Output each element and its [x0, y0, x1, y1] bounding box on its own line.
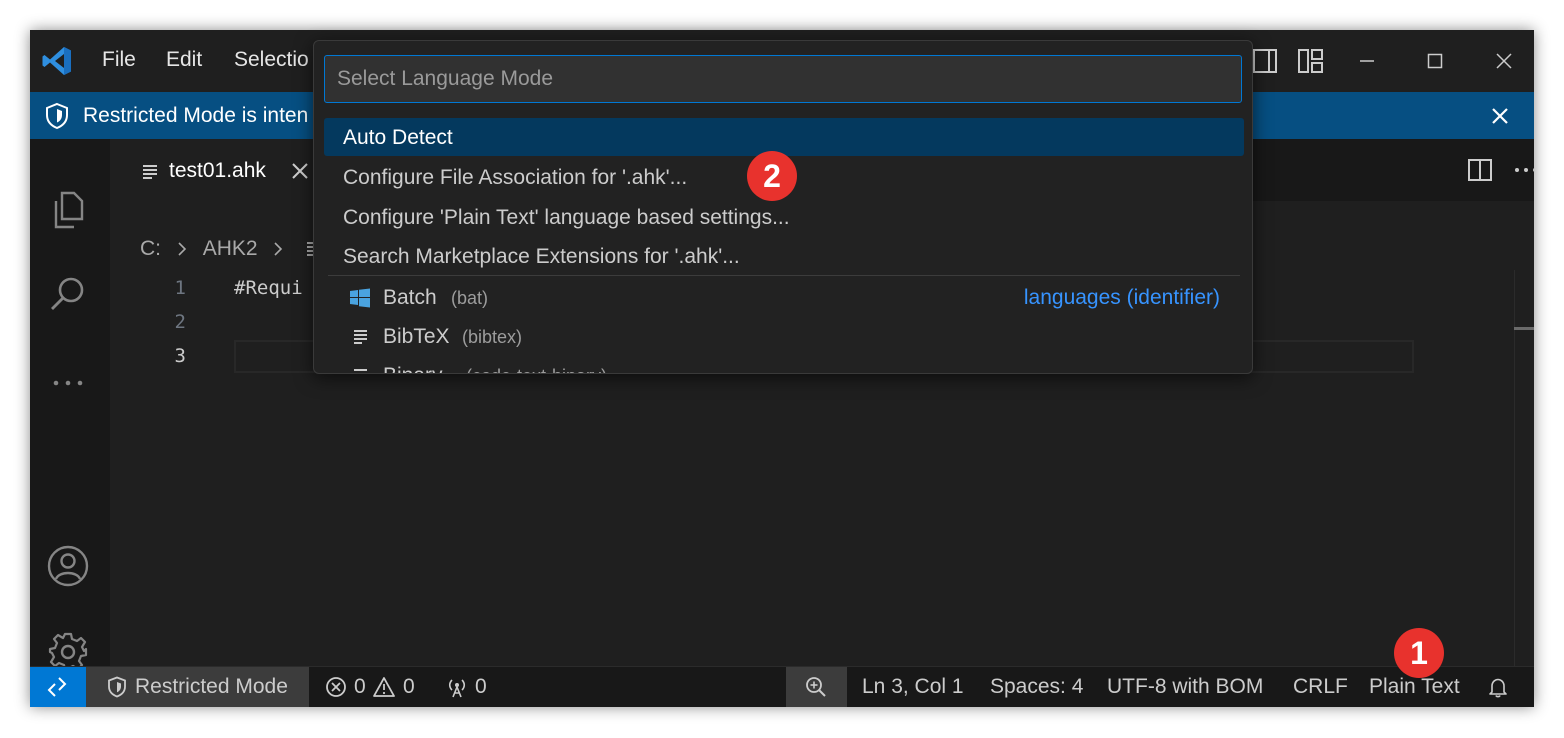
menu-selection[interactable]: Selectio: [234, 48, 309, 72]
encoding[interactable]: UTF-8 with BOM: [1107, 675, 1263, 699]
scrollbar-cursor-marker: [1514, 327, 1534, 330]
zoom-button[interactable]: [786, 667, 847, 707]
indentation[interactable]: Spaces: 4: [990, 675, 1083, 699]
quick-pick-item-label: Configure File Association for '.ahk'...: [343, 166, 688, 189]
windows-icon: [350, 288, 370, 308]
split-editor-icon[interactable]: [1466, 156, 1494, 184]
tab-close-icon[interactable]: [290, 161, 310, 181]
warning-icon[interactable]: [373, 676, 395, 698]
bell-icon[interactable]: [1487, 676, 1509, 698]
more-actions-icon[interactable]: [1512, 156, 1534, 184]
language-identifier: (bibtex): [462, 327, 523, 347]
language-mode-quick-pick: Auto Detect Configure File Association f…: [313, 40, 1253, 374]
language-name: Batch: [383, 286, 437, 309]
tab-test01-ahk[interactable]: test01.ahk: [110, 139, 324, 201]
toggle-panel-icon[interactable]: [1250, 46, 1280, 76]
language-name: Binary: [383, 364, 443, 373]
broadcast-ports-icon[interactable]: [446, 676, 468, 698]
chevron-right-icon: [274, 242, 283, 257]
menu-edit[interactable]: Edit: [166, 48, 202, 72]
annotation-badge-1: 1: [1394, 628, 1444, 678]
minimize-icon[interactable]: [1352, 46, 1382, 76]
maximize-icon[interactable]: [1420, 46, 1450, 76]
language-identifier: (code-text-binary): [466, 366, 607, 373]
line-number: 3: [174, 345, 186, 367]
quick-pick-auto-detect[interactable]: Auto Detect: [324, 118, 1244, 156]
breadcrumb: C: AHK2: [140, 237, 329, 261]
annotation-badge-2: 2: [747, 151, 797, 201]
breadcrumb-folder[interactable]: AHK2: [203, 237, 258, 261]
banner-message: Restricted Mode is inten: [83, 104, 309, 127]
restricted-mode-label: Restricted Mode: [135, 675, 288, 698]
language-identifier: (bat): [451, 288, 489, 308]
language-item-binary[interactable]: Binary (code-text-binary): [324, 356, 1244, 373]
line-number: 2: [174, 311, 186, 333]
shield-icon: [108, 676, 126, 698]
customize-layout-icon[interactable]: [1296, 46, 1326, 76]
quick-pick-search-marketplace[interactable]: Search Marketplace Extensions for '.ahk'…: [324, 237, 1244, 275]
quick-pick-item-label: Configure 'Plain Text' language based se…: [343, 206, 790, 229]
accounts-icon[interactable]: [46, 544, 90, 588]
remote-icon: [47, 677, 67, 697]
code-line[interactable]: #Requi: [234, 277, 303, 299]
remote-indicator[interactable]: [30, 667, 86, 707]
error-icon[interactable]: [325, 676, 347, 698]
search-icon[interactable]: [46, 273, 90, 317]
line-number: 1: [174, 277, 186, 299]
quick-pick-configure-language-settings[interactable]: Configure 'Plain Text' language based se…: [324, 198, 1244, 236]
languages-identifier-link[interactable]: languages (identifier): [1024, 286, 1220, 310]
banner-close-icon[interactable]: [1488, 104, 1512, 128]
text-file-icon: [354, 330, 367, 344]
restricted-mode-status[interactable]: Restricted Mode: [86, 667, 309, 707]
activity-bar: [30, 139, 110, 672]
end-of-line[interactable]: CRLF: [1293, 675, 1348, 699]
language-item-batch[interactable]: Batch (bat) languages (identifier): [324, 278, 1244, 316]
quick-pick-item-label: Auto Detect: [343, 126, 453, 149]
quick-pick-separator: [328, 275, 1240, 276]
vscode-logo-icon: [42, 47, 71, 75]
explorer-icon[interactable]: [46, 187, 90, 231]
warning-count[interactable]: 0: [403, 675, 415, 699]
error-count[interactable]: 0: [354, 675, 366, 699]
text-file-icon: [354, 369, 367, 371]
tab-label: test01.ahk: [169, 159, 266, 182]
language-item-bibtex[interactable]: BibTeX (bibtex): [324, 317, 1244, 355]
language-mode[interactable]: Plain Text: [1369, 675, 1460, 699]
language-name: BibTeX: [383, 325, 450, 348]
quick-pick-item-label: Search Marketplace Extensions for '.ahk'…: [343, 245, 740, 268]
text-file-icon: [143, 165, 157, 179]
status-bar: Restricted Mode 0 0 0 Ln 3, Col 1 Spaces…: [30, 666, 1534, 707]
chevron-right-icon: [178, 242, 186, 257]
ports-count[interactable]: 0: [475, 675, 487, 699]
close-icon[interactable]: [1489, 46, 1519, 76]
zoom-in-icon: [806, 677, 826, 697]
shield-icon: [46, 102, 68, 130]
more-views-icon[interactable]: [46, 361, 90, 405]
language-search-input[interactable]: [324, 55, 1242, 103]
breadcrumb-drive[interactable]: C:: [140, 237, 161, 261]
cursor-position[interactable]: Ln 3, Col 1: [862, 675, 964, 699]
menu-file[interactable]: File: [102, 48, 136, 72]
